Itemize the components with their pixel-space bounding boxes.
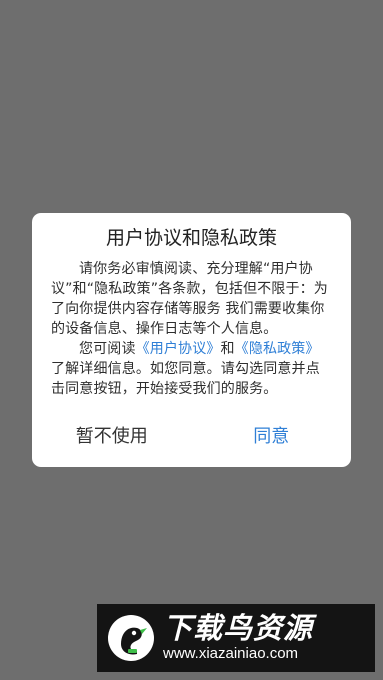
dialog-paragraph-2: 您可阅读《用户协议》和《隐私政策》 (51, 339, 332, 359)
decline-button[interactable]: 暂不使用 (32, 415, 192, 467)
privacy-dialog: 用户协议和隐私政策 请你务必审慎阅读、充分理解“用户协议”和“隐私政策”各条款，… (32, 213, 351, 467)
paragraph-2-prefix: 您可阅读 (79, 341, 136, 357)
bird-logo-icon (108, 615, 154, 661)
dialog-title: 用户协议和隐私政策 (105, 227, 277, 249)
dialog-body: 请你务必审慎阅读、充分理解“用户协议”和“隐私政策”各条款，包括但不限于：为了向… (51, 259, 332, 399)
watermark-name: 下载鸟资源 (163, 611, 314, 645)
dialog-paragraph-1: 请你务必审慎阅读、充分理解“用户协议”和“隐私政策”各条款，包括但不限于：为了向… (51, 261, 328, 337)
agree-button[interactable]: 同意 (192, 415, 352, 467)
watermark-url: www.xiazainiao.com (163, 645, 299, 662)
and-text: 和 (220, 341, 235, 357)
user-agreement-link[interactable]: 《用户协议》 (136, 341, 221, 357)
paragraph-2-suffix: 了解详细信息。如您同意。请勾选同意并点击同意按钮，开始接受我们的服务。 (51, 361, 320, 397)
watermark-banner: 下载鸟资源 www.xiazainiao.com (97, 604, 375, 672)
privacy-policy-link[interactable]: 《隐私政策》 (235, 341, 320, 357)
watermark-text: 下载鸟资源 www.xiazainiao.com (163, 612, 313, 664)
dialog-actions: 暂不使用 同意 (32, 415, 351, 467)
